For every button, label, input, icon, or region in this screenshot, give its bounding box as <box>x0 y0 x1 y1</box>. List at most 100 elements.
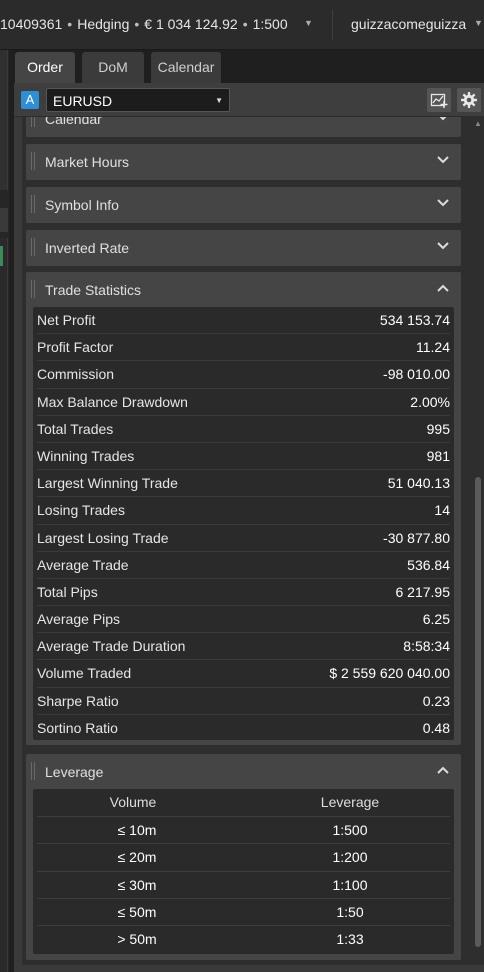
chevron-down-icon[interactable] <box>437 117 449 121</box>
scrollbar-thumb[interactable] <box>475 477 481 947</box>
column-header: Leverage <box>320 794 380 810</box>
account-leverage: 1:500 <box>252 16 288 32</box>
caret-down-icon: ▼ <box>215 96 223 105</box>
caret-down-icon[interactable]: ▼ <box>474 18 483 28</box>
separator: • <box>67 16 73 32</box>
table-row: ≤ 20m 1:200 <box>37 843 450 870</box>
stat-value: 0.48 <box>422 719 450 736</box>
leverage-cell: 1:33 <box>336 931 364 948</box>
column-header: Volume <box>109 794 157 810</box>
stat-value: 8:58:34 <box>403 638 450 655</box>
divider <box>332 10 333 40</box>
stat-value: -98 010.00 <box>383 366 450 383</box>
leverage-table: Volume Leverage ≤ 10m 1:500 ≤ 20m 1:200 … <box>33 789 454 954</box>
chevron-down-icon[interactable] <box>437 242 449 250</box>
stat-row: Largest Losing Trade -30 877.80 <box>37 525 450 552</box>
chevron-down-icon[interactable] <box>437 199 449 207</box>
section-symbol-info[interactable]: Symbol Info <box>26 187 461 223</box>
stat-value: 6.25 <box>422 611 450 628</box>
stat-row: Sharpe Ratio 0.23 <box>37 688 450 715</box>
tab-calendar[interactable]: Calendar <box>151 52 221 83</box>
stat-value: 51 040.13 <box>387 475 450 492</box>
stat-value: 534 153.74 <box>379 312 450 328</box>
volume-cell: ≤ 20m <box>117 849 157 866</box>
chart-add-button[interactable] <box>427 88 451 112</box>
symbol-select[interactable]: EURUSD ▼ <box>46 88 230 112</box>
chart-add-icon <box>430 93 448 108</box>
stat-value: $ 2 559 620 040.00 <box>329 665 450 682</box>
account-id: 10409361 <box>0 16 63 32</box>
account-bar: 10409361 • Hedging • € 1 034 124.92 • 1:500 ▼ … <box>0 0 484 50</box>
drag-handle[interactable] <box>31 238 35 256</box>
table-row: > 50m 1:33 <box>37 925 450 952</box>
stat-row: Average Pips 6.25 <box>37 606 450 634</box>
stat-label: Max Balance Drawdown <box>37 393 188 410</box>
stat-row: Total Trades 995 <box>37 416 450 443</box>
leverage-cell: 1:200 <box>332 849 368 866</box>
stat-row: Losing Trades 14 <box>37 497 450 525</box>
stat-label: Volume Traded <box>37 665 132 682</box>
drag-handle[interactable] <box>31 762 35 780</box>
section-title[interactable]: Leverage <box>45 764 103 780</box>
stat-value: 2.00% <box>410 393 450 410</box>
drag-handle[interactable] <box>31 280 35 298</box>
volume-cell: ≤ 10m <box>117 822 157 838</box>
account-selector[interactable]: 10409361 • Hedging • € 1 034 124.92 • 1:500 <box>0 16 288 32</box>
symbol-badge[interactable]: A <box>21 91 39 109</box>
drag-handle[interactable] <box>31 195 35 213</box>
stat-label: Sortino Ratio <box>37 719 118 736</box>
symbol-value: EURUSD <box>53 93 113 109</box>
section-title[interactable]: Trade Statistics <box>45 282 141 298</box>
stat-label: Net Profit <box>37 312 96 328</box>
stat-value: 981 <box>426 447 450 464</box>
scroll-up-icon[interactable]: ▲ <box>474 119 482 128</box>
stat-label: Commission <box>37 366 115 383</box>
section-title: Market Hours <box>45 154 130 170</box>
stat-row: Sortino Ratio 0.48 <box>37 715 450 742</box>
account-balance: € 1 034 124.92 <box>144 16 238 32</box>
chevron-up-icon[interactable] <box>437 284 449 292</box>
stat-row: Average Trade 536.84 <box>37 552 450 579</box>
stat-row: Average Trade Duration 8:58:34 <box>37 633 450 661</box>
gear-icon <box>461 92 477 108</box>
stat-label: Profit Factor <box>37 339 114 356</box>
tab-dom[interactable]: DoM <box>82 52 144 83</box>
volume-cell: > 50m <box>117 931 157 948</box>
symbol-bar: A EURUSD ▼ <box>14 83 484 117</box>
chevron-down-icon[interactable] <box>437 156 449 164</box>
leverage-cell: 1:50 <box>336 903 364 920</box>
order-panel: A EURUSD ▼ Calendar Market Hours Symbol … <box>14 83 484 972</box>
leverage-cell: 1:100 <box>332 876 368 893</box>
section-inverted-rate[interactable]: Inverted Rate <box>26 230 461 266</box>
stat-value: 11.24 <box>416 339 450 356</box>
stat-value: 536.84 <box>407 556 450 573</box>
table-row: ≤ 30m 1:100 <box>37 870 450 898</box>
stat-row: Total Pips 6 217.95 <box>37 579 451 607</box>
chevron-up-icon[interactable] <box>437 766 449 774</box>
table-row: ≤ 10m 1:500 <box>37 816 450 843</box>
caret-down-icon[interactable]: ▼ <box>304 18 313 28</box>
stat-label: Average Trade Duration <box>37 638 186 655</box>
leverage-cell: 1:500 <box>332 822 368 838</box>
separator: • <box>242 16 248 32</box>
drag-handle[interactable] <box>31 152 35 170</box>
stat-row: Largest Winning Trade 51 040.13 <box>37 470 450 498</box>
tab-order[interactable]: Order <box>15 52 75 83</box>
trade-statistics-list: Net Profit 534 153.74 Profit Factor 11.24 … <box>33 307 454 740</box>
volume-cell: ≤ 50m <box>117 903 157 920</box>
drag-handle[interactable] <box>31 117 35 127</box>
stat-row: Max Balance Drawdown 2.00% <box>37 389 450 416</box>
section-market-hours[interactable]: Market Hours <box>26 144 461 180</box>
stat-label: Sharpe Ratio <box>37 692 119 709</box>
vertical-scrollbar[interactable]: ▲ <box>472 117 484 965</box>
stat-label: Winning Trades <box>37 447 135 464</box>
settings-button[interactable] <box>457 88 481 112</box>
stat-value: 6 217.95 <box>395 583 451 600</box>
section-calendar[interactable]: Calendar <box>26 117 461 137</box>
order-content: Calendar Market Hours Symbol Info Invert… <box>22 117 477 965</box>
volume-cell: ≤ 30m <box>117 876 157 893</box>
left-panel-edge <box>0 50 9 972</box>
stat-label: Largest Winning Trade <box>37 475 178 492</box>
username[interactable]: guizzacomeguizza <box>351 16 466 32</box>
stat-label: Losing Trades <box>37 502 125 519</box>
